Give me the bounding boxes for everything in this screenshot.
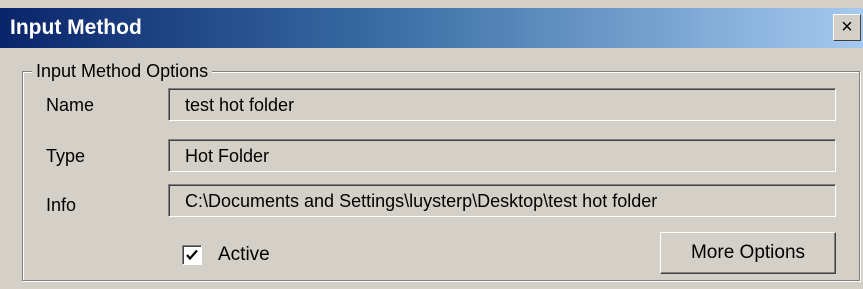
name-label: Name — [46, 95, 95, 115]
more-options-button[interactable]: More Options — [660, 232, 836, 274]
close-icon: × — [841, 16, 853, 38]
group-legend: Input Method Options — [32, 60, 213, 82]
type-label: Type — [46, 146, 86, 166]
active-label: Active — [218, 244, 270, 265]
active-checkbox[interactable] — [182, 245, 202, 265]
window-title: Input Method — [10, 16, 142, 39]
type-field: Hot Folder — [168, 139, 836, 172]
name-field: test hot folder — [168, 88, 836, 121]
title-bar[interactable]: Input Method × — [0, 8, 863, 48]
info-field: C:\Documents and Settings\luysterp\Deskt… — [168, 184, 836, 217]
info-label: Info — [46, 195, 77, 215]
close-button[interactable]: × — [833, 14, 861, 41]
checkmark-icon — [186, 249, 198, 261]
input-method-dialog: Input Method × Input Method Options Name… — [0, 0, 863, 289]
